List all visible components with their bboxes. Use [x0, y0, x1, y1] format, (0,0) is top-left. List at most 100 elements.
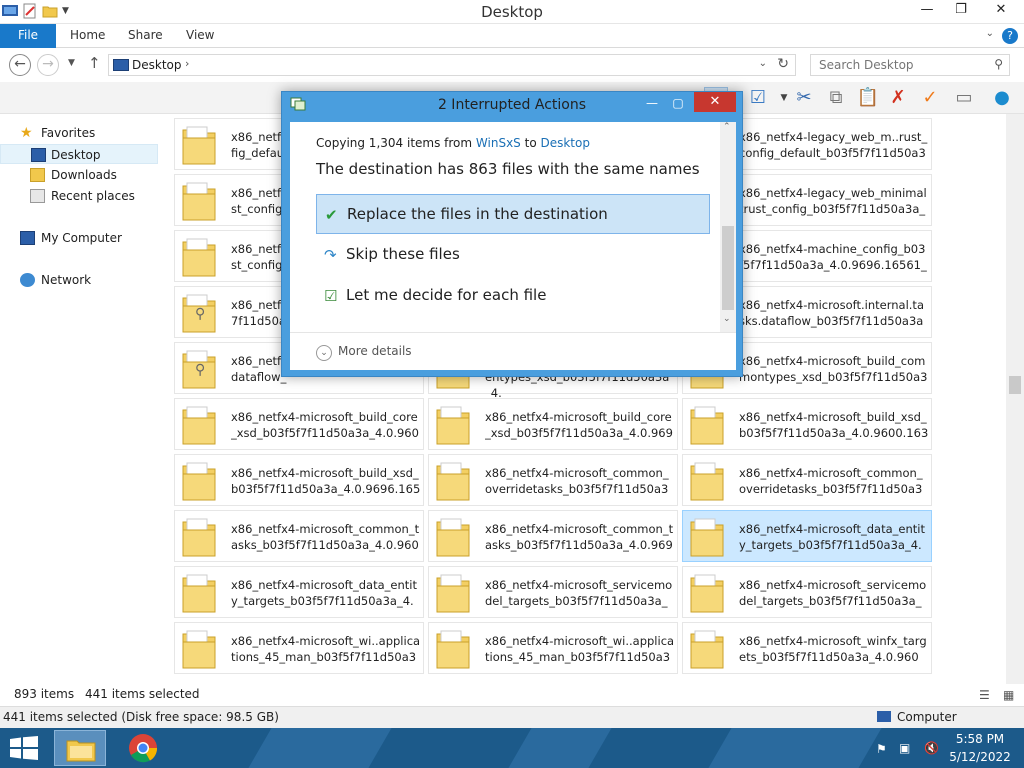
- nav-favorites[interactable]: ★ Favorites: [0, 123, 158, 143]
- forward-button[interactable]: →: [37, 54, 59, 76]
- address-dropdown-chevron-icon[interactable]: ⌄: [759, 58, 767, 69]
- skip-files-option[interactable]: ↷ Skip these files: [316, 235, 710, 275]
- computer-icon: [113, 59, 129, 71]
- search-icon[interactable]: ⚲: [994, 57, 1003, 71]
- dialog-close-button[interactable]: ✕: [694, 92, 736, 112]
- nav-recent-places-label: Recent places: [51, 189, 135, 203]
- folder-icon: [689, 572, 725, 614]
- decide-each-file-option[interactable]: ☑ Let me decide for each file: [316, 276, 710, 316]
- file-tile[interactable]: x86_netfx4-microsoft_build_core_xsd_b03f…: [428, 398, 678, 450]
- chrome-icon[interactable]: [128, 733, 158, 763]
- check-icon[interactable]: ✓: [918, 87, 942, 109]
- folder-icon: [181, 180, 217, 222]
- nav-my-computer[interactable]: My Computer: [0, 228, 158, 248]
- volume-muted-icon[interactable]: 🔇: [924, 741, 939, 755]
- tab-view[interactable]: View: [186, 24, 214, 48]
- file-name: x86_netfx4-legacy_web_minimaltrust_confi…: [739, 186, 927, 219]
- dialog-body: Copying 1,304 items from WinSxS to Deskt…: [290, 122, 736, 370]
- refresh-icon[interactable]: ↻: [777, 56, 789, 72]
- scroll-down-icon[interactable]: ⌄: [723, 314, 731, 324]
- minimize-button[interactable]: —: [910, 0, 944, 22]
- properties-check-icon[interactable]: ☑: [746, 87, 770, 109]
- file-explorer-icon: [66, 740, 96, 762]
- file-tile[interactable]: x86_netfx4-microsoft_data_entity_targets…: [174, 566, 424, 618]
- back-button[interactable]: ←: [9, 54, 31, 76]
- details-bar: 441 items selected (Disk free space: 98.…: [0, 706, 1024, 728]
- network-icon: [20, 273, 35, 287]
- dialog-maximize-button[interactable]: ▢: [666, 94, 690, 112]
- downloads-folder-icon: [30, 168, 45, 182]
- dialog-minimize-button[interactable]: —: [640, 94, 664, 112]
- nav-downloads[interactable]: Downloads: [0, 165, 158, 185]
- file-tile[interactable]: x86_netfx4-microsoft_common_tasks_b03f5f…: [174, 510, 424, 562]
- file-tile[interactable]: x86_netfx4-microsoft_build_core_xsd_b03f…: [174, 398, 424, 450]
- vertical-scrollbar[interactable]: [1006, 114, 1024, 684]
- file-tile[interactable]: x86_netfx4-microsoft_common_overridetask…: [682, 454, 932, 506]
- file-name: x86_netfx4-microsoft_common_tasks_b03f5f…: [485, 522, 674, 555]
- rename-icon[interactable]: ▭: [952, 87, 976, 109]
- delete-icon[interactable]: ✗: [886, 87, 910, 109]
- file-tile[interactable]: x86_netfx4-microsoft_wi..applications_45…: [428, 622, 678, 674]
- scroll-up-icon[interactable]: ⌃: [723, 122, 731, 132]
- skip-files-label: Skip these files: [346, 245, 460, 263]
- more-details-toggle[interactable]: ⌄ More details: [316, 344, 412, 361]
- clock-date[interactable]: 5/12/2022: [946, 750, 1014, 764]
- copy-icon[interactable]: ⧉: [824, 87, 848, 109]
- folder-icon: [689, 404, 725, 446]
- file-tile[interactable]: x86_netfx4-microsoft_common_tasks_b03f5f…: [428, 510, 678, 562]
- search-input[interactable]: [811, 55, 981, 75]
- paste-icon[interactable]: 📋: [856, 87, 880, 109]
- restore-button[interactable]: ❐: [944, 0, 978, 22]
- scrollbar-thumb[interactable]: [1009, 376, 1021, 394]
- taskbar-explorer-button[interactable]: [54, 730, 106, 766]
- large-icons-view-icon[interactable]: ▦: [1003, 685, 1014, 705]
- selected-count: 441 items selected: [85, 687, 200, 701]
- file-tile[interactable]: x86_netfx4-microsoft_build_xsd_b03f5f7f1…: [682, 398, 932, 450]
- dialog-scrollbar-thumb[interactable]: [722, 226, 734, 310]
- nav-network[interactable]: Network: [0, 270, 158, 290]
- replace-files-label: Replace the files in the destination: [347, 205, 608, 223]
- tab-file[interactable]: File: [0, 24, 56, 48]
- file-tile[interactable]: x86_netfx4-microsoft_servicemodel_target…: [428, 566, 678, 618]
- cut-icon[interactable]: ✂: [792, 87, 816, 109]
- nav-desktop[interactable]: Desktop: [0, 144, 158, 164]
- globe-icon[interactable]: ●: [990, 87, 1014, 109]
- recent-locations-chevron-icon[interactable]: ▼: [68, 58, 75, 68]
- file-tile[interactable]: x86_netfx4-microsoft_common_overridetask…: [428, 454, 678, 506]
- help-icon[interactable]: ?: [1002, 28, 1018, 44]
- file-name: x86_netfx4-microsoft_servicemodel_target…: [485, 578, 673, 611]
- computer-icon: [20, 231, 35, 245]
- expand-ribbon-chevron-icon[interactable]: ⌄: [986, 28, 994, 39]
- tab-home[interactable]: Home: [70, 24, 105, 48]
- file-tile[interactable]: x86_netfx4-microsoft_servicemodel_target…: [682, 566, 932, 618]
- start-windows-icon[interactable]: [10, 736, 38, 760]
- replace-files-option[interactable]: ✔ Replace the files in the destination: [316, 194, 710, 234]
- clock-time[interactable]: 5:58 PM: [946, 732, 1014, 746]
- copy-prefix: Copying 1,304 items from: [316, 136, 476, 150]
- network-tray-icon[interactable]: ▣: [899, 741, 910, 755]
- window-title: Desktop: [481, 3, 543, 21]
- source-link[interactable]: WinSxS: [476, 136, 521, 150]
- address-location[interactable]: Desktop: [132, 58, 182, 72]
- address-row: ← → ▼ ↑ Desktop › ⌄ ↻ ⚲: [0, 49, 1024, 81]
- file-tile[interactable]: x86_netfx4-microsoft_wi..applications_45…: [174, 622, 424, 674]
- desktop-icon: [31, 148, 46, 162]
- breadcrumb-chevron-icon[interactable]: ›: [185, 57, 189, 70]
- tab-share[interactable]: Share: [128, 24, 163, 48]
- dialog-scrollbar[interactable]: ⌃ ⌄: [720, 122, 736, 332]
- address-bar[interactable]: Desktop › ⌄ ↻: [108, 54, 796, 76]
- close-button[interactable]: ✕: [978, 0, 1024, 22]
- status-computer: Computer: [897, 710, 957, 724]
- file-name: x86_netfx4-machine_config_b03f5f7f11d50a…: [739, 242, 927, 275]
- up-arrow-icon[interactable]: ↑: [88, 54, 101, 72]
- file-tile[interactable]: x86_netfx4-microsoft_winfx_targets_b03f5…: [682, 622, 932, 674]
- file-name: x86_netfx4-microsoft_common_overridetask…: [485, 466, 669, 499]
- destination-link[interactable]: Desktop: [540, 136, 590, 150]
- nav-recent-places[interactable]: Recent places: [0, 186, 158, 206]
- copy-to-text: to: [520, 136, 541, 150]
- file-tile[interactable]: x86_netfx4-microsoft_data_entity_targets…: [682, 510, 932, 562]
- action-center-flag-icon[interactable]: ⚑: [876, 742, 887, 756]
- search-box[interactable]: ⚲: [810, 54, 1010, 76]
- file-tile[interactable]: x86_netfx4-microsoft_build_xsd_b03f5f7f1…: [174, 454, 424, 506]
- details-view-icon[interactable]: ☰: [979, 685, 990, 705]
